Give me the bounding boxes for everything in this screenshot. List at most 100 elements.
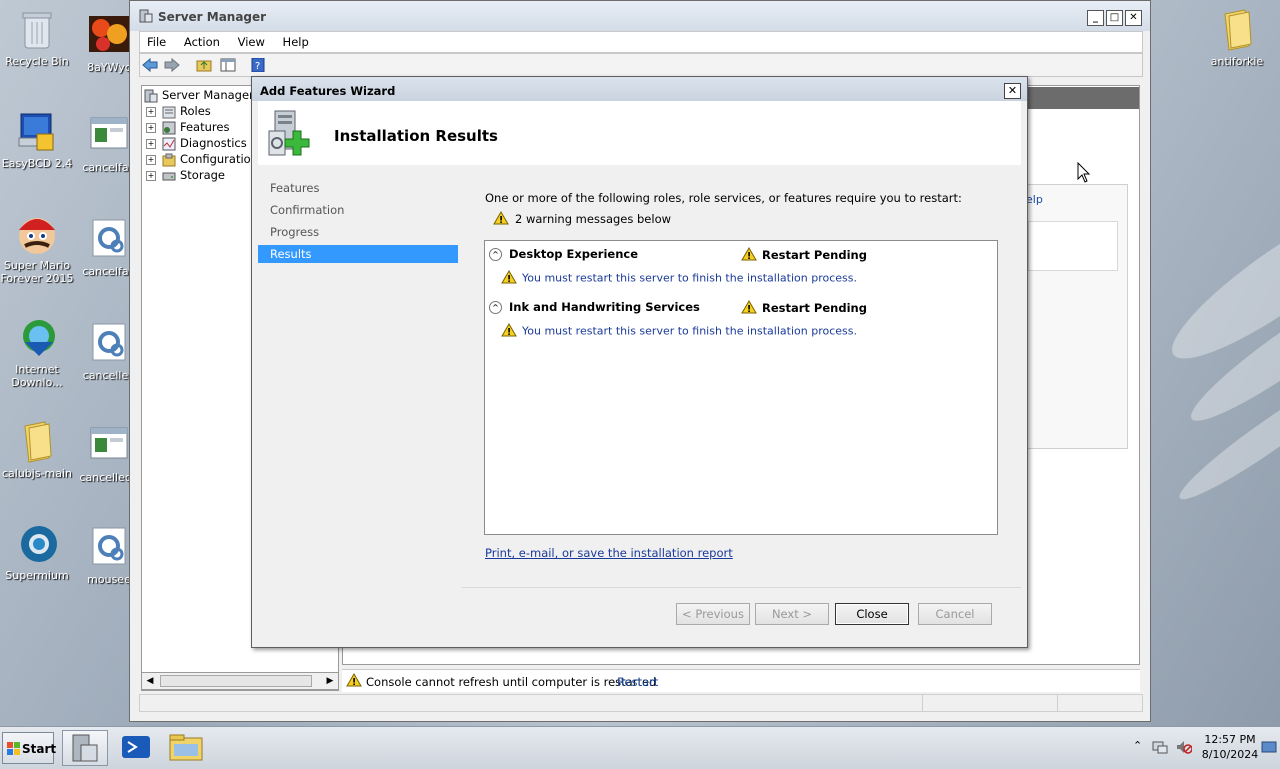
- forward-arrow-icon[interactable]: [164, 57, 180, 73]
- supermium-icon: [15, 522, 59, 566]
- minimize-button[interactable]: _: [1087, 10, 1104, 26]
- next-button[interactable]: Next >: [755, 603, 829, 625]
- menu-file[interactable]: File: [140, 32, 173, 49]
- warning-icon: [741, 247, 757, 264]
- wizard-navigation: Features Confirmation Progress Results: [258, 169, 458, 641]
- show-desktop-icon[interactable]: [1261, 740, 1277, 757]
- previous-button[interactable]: < Previous: [676, 603, 750, 625]
- scroll-left-arrow-icon[interactable]: ◀: [144, 675, 156, 687]
- expand-icon[interactable]: +: [146, 170, 156, 181]
- result-message: You must restart this server to finish t…: [501, 323, 857, 340]
- maximize-button[interactable]: □: [1106, 10, 1123, 26]
- menu-bar: File Action View Help: [139, 31, 1143, 53]
- details-pane-header: [1010, 87, 1139, 109]
- nav-progress[interactable]: Progress: [258, 223, 458, 241]
- desktop-icon-easybcd[interactable]: EasyBCD 2.4: [0, 110, 76, 170]
- result-status: Restart Pending: [741, 300, 867, 317]
- scroll-right-arrow-icon[interactable]: ▶: [324, 675, 336, 687]
- start-button[interactable]: Start: [2, 732, 56, 764]
- status-bar: Console cannot refresh until computer is…: [342, 669, 1140, 692]
- idm-icon: [15, 316, 59, 360]
- desktop-icon-super-mario[interactable]: Super Mario Forever 2015: [0, 212, 76, 285]
- server-manager-titlebar[interactable]: Server Manager _ □ ✕: [130, 1, 1150, 31]
- nav-features[interactable]: Features: [258, 179, 458, 197]
- wizard-close-icon[interactable]: ✕: [1004, 83, 1021, 99]
- close-button[interactable]: Close: [835, 603, 909, 625]
- clock[interactable]: 12:57 PM 8/10/2024: [1200, 732, 1260, 762]
- mouse-cursor-icon: [1077, 161, 1091, 187]
- window-title: Server Manager: [158, 10, 267, 24]
- expand-icon[interactable]: +: [146, 138, 156, 149]
- windows-flag-icon: [7, 742, 21, 756]
- result-status: Restart Pending: [741, 247, 867, 264]
- collapse-icon[interactable]: ^: [489, 248, 502, 261]
- details-help-link[interactable]: elp: [1026, 193, 1043, 206]
- diagnostics-icon: [162, 137, 176, 151]
- warning-icon: [741, 300, 757, 317]
- server-manager-icon: [144, 89, 158, 103]
- desktop-icon-recycle-bin[interactable]: Recycle Bin: [0, 8, 76, 68]
- window-image-icon: [87, 114, 131, 158]
- folder-icon: [169, 734, 203, 761]
- help-icon[interactable]: ?: [250, 57, 266, 73]
- up-folder-icon[interactable]: [196, 58, 212, 72]
- window-image-icon: [87, 424, 131, 468]
- volume-muted-icon[interactable]: [1176, 739, 1193, 758]
- clock-date: 8/10/2024: [1201, 748, 1259, 761]
- menu-view[interactable]: View: [231, 32, 272, 49]
- cancel-button[interactable]: Cancel: [918, 603, 992, 625]
- tree-item-features[interactable]: + Features: [146, 120, 229, 136]
- mario-icon: [15, 212, 59, 256]
- taskbar-powershell[interactable]: [114, 730, 160, 766]
- desktop-icon-supermium[interactable]: Supermium: [0, 522, 76, 582]
- show-hide-console-tree-icon[interactable]: [220, 58, 236, 72]
- server-manager-icon: [72, 734, 98, 762]
- gear-file-icon: [87, 526, 131, 570]
- taskbar-server-manager[interactable]: [62, 730, 108, 766]
- nav-results[interactable]: Results: [258, 245, 458, 263]
- close-window-button[interactable]: ✕: [1125, 10, 1142, 26]
- footer-divider: [462, 587, 1021, 588]
- toolbar: ?: [139, 53, 1143, 77]
- restart-link[interactable]: Restart: [617, 675, 658, 689]
- tree-item-storage[interactable]: + Storage: [146, 168, 225, 184]
- collapse-icon[interactable]: ^: [489, 301, 502, 314]
- network-icon[interactable]: [1152, 739, 1168, 758]
- taskbar-explorer[interactable]: [164, 730, 210, 766]
- add-features-wizard-dialog: Add Features Wizard ✕ Installation Resul…: [251, 76, 1028, 648]
- desktop-icon-calubjs-main[interactable]: calubjs-main: [0, 420, 76, 480]
- installation-report-link[interactable]: Print, e-mail, or save the installation …: [485, 546, 733, 560]
- result-message: You must restart this server to finish t…: [501, 270, 857, 287]
- expand-icon[interactable]: +: [146, 154, 156, 165]
- roles-icon: [162, 105, 176, 119]
- tree-item-configuration[interactable]: + Configuration: [146, 152, 258, 168]
- wizard-heading: Installation Results: [334, 127, 498, 145]
- desktop-icon-internet-download[interactable]: Internet Downlo...: [0, 316, 76, 389]
- folder-icon: [1215, 8, 1259, 52]
- expand-icon[interactable]: +: [146, 106, 156, 117]
- recycle-bin-icon: [15, 8, 59, 52]
- wizard-titlebar[interactable]: Add Features Wizard ✕: [252, 77, 1027, 101]
- expand-icon[interactable]: +: [146, 122, 156, 133]
- server-manager-icon: [139, 9, 153, 23]
- tree-horizontal-scrollbar[interactable]: ◀ ▶: [141, 672, 339, 690]
- powershell-icon: [122, 736, 150, 758]
- warning-icon: [501, 270, 517, 287]
- folder-icon: [15, 420, 59, 464]
- show-hidden-icons-icon[interactable]: ⌃: [1133, 739, 1142, 752]
- status-text: Console cannot refresh until computer is…: [366, 675, 657, 689]
- wizard-header: Installation Results: [258, 101, 1021, 165]
- gear-file-icon: [87, 218, 131, 262]
- nav-confirmation[interactable]: Confirmation: [258, 201, 458, 219]
- back-arrow-icon[interactable]: [142, 57, 158, 73]
- desktop-icon-antiforkie[interactable]: antiforkie: [1198, 8, 1276, 68]
- tree-item-server-manager[interactable]: Server Manager (: [144, 88, 262, 104]
- features-icon: [162, 121, 176, 135]
- details-inner-box: [1028, 221, 1118, 271]
- tree-item-roles[interactable]: + Roles: [146, 104, 211, 120]
- add-feature-server-icon: [267, 109, 315, 159]
- tree-item-diagnostics[interactable]: + Diagnostics: [146, 136, 247, 152]
- menu-help[interactable]: Help: [276, 32, 316, 49]
- menu-action[interactable]: Action: [177, 32, 227, 49]
- scroll-thumb[interactable]: [160, 675, 312, 687]
